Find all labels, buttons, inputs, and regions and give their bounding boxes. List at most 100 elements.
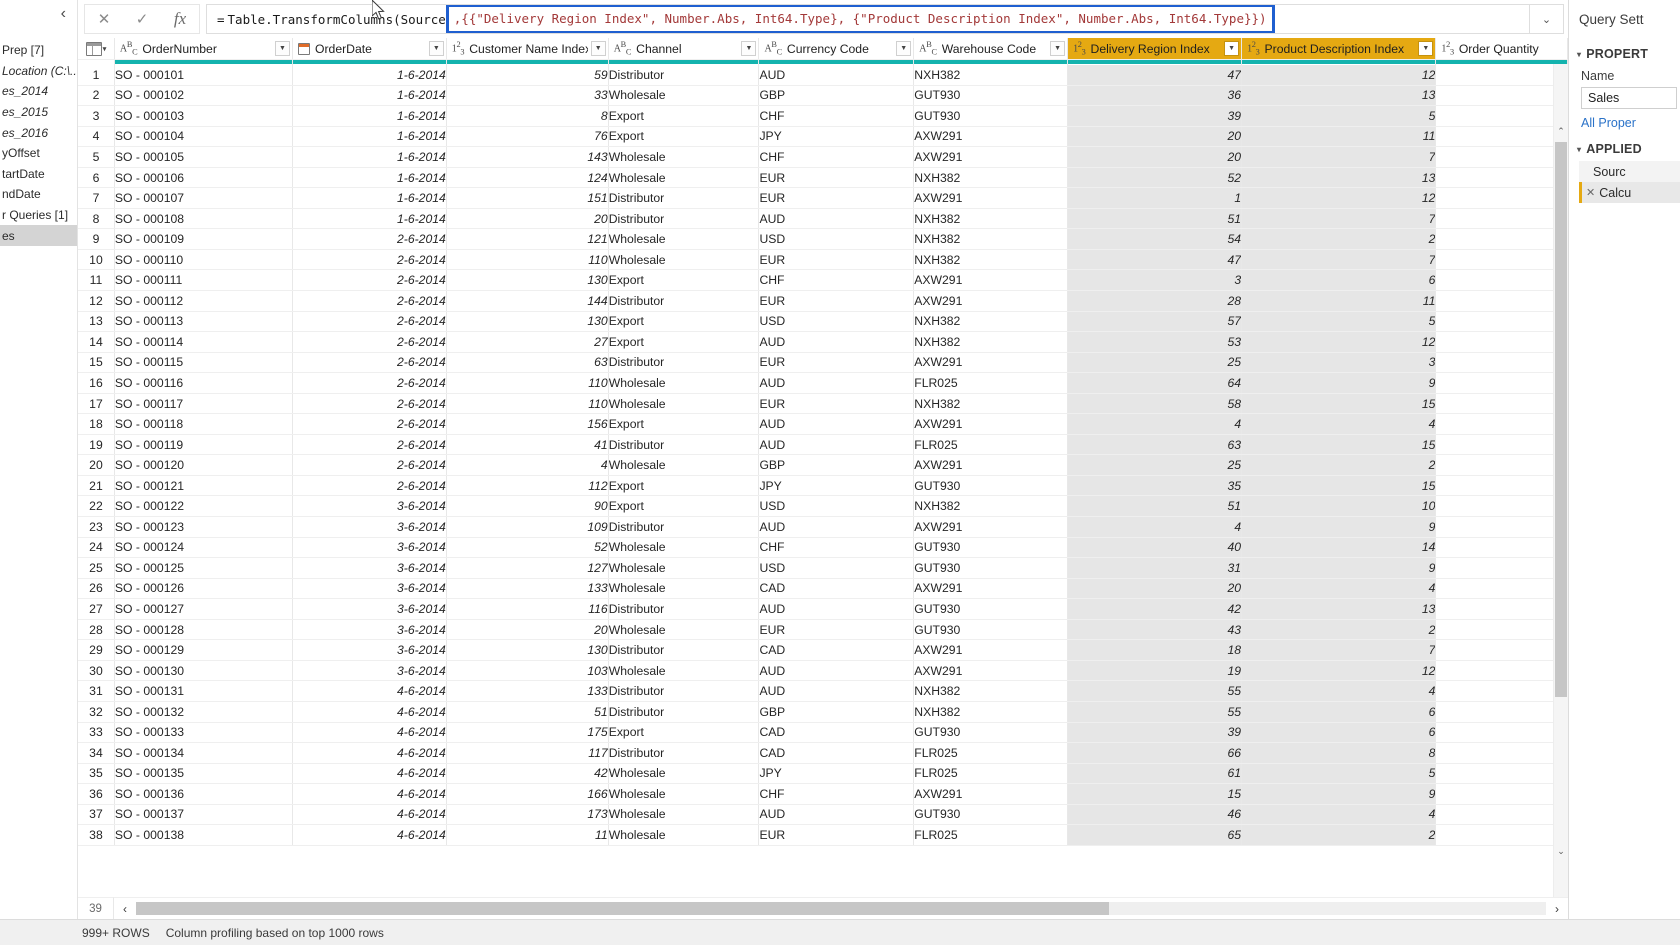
query-item[interactable]: es_2016 xyxy=(0,122,77,143)
horizontal-scrollbar-track[interactable] xyxy=(136,902,1546,915)
table-cell[interactable]: 110 xyxy=(446,393,609,415)
table-cell[interactable] xyxy=(1435,290,1568,312)
table-cell[interactable]: 2-6-2014 xyxy=(292,331,447,353)
table-cell[interactable]: Wholesale xyxy=(608,660,760,682)
table-row[interactable]: 5 SO - 000105 1-6-2014 143 Wholesale CHF AXW29… xyxy=(78,146,1568,168)
table-cell[interactable]: Wholesale xyxy=(608,824,760,846)
table-cell[interactable] xyxy=(1435,660,1568,682)
table-cell[interactable]: 5 xyxy=(1241,105,1437,127)
table-row[interactable]: 17 SO - 000117 2-6-2014 110 Wholesale EUR NXH3… xyxy=(78,393,1568,415)
table-cell[interactable]: AXW291 xyxy=(913,146,1069,168)
table-cell[interactable]: NXH382 xyxy=(913,167,1069,189)
table-cell[interactable]: 4-6-2014 xyxy=(292,722,447,744)
fx-icon[interactable]: fx xyxy=(161,5,199,33)
table-cell[interactable]: USD xyxy=(758,311,915,333)
table-cell[interactable]: 35 xyxy=(1067,475,1243,497)
table-cell[interactable]: AXW291 xyxy=(913,660,1069,682)
formula-expand-icon[interactable]: ⌄ xyxy=(1530,4,1564,34)
table-cell[interactable]: 130 xyxy=(446,311,609,333)
query-item[interactable]: es_2015 xyxy=(0,102,77,123)
all-properties-link[interactable]: All Proper xyxy=(1569,109,1680,137)
scroll-left-icon[interactable]: ‹ xyxy=(114,902,136,916)
column-header-warehouse-code[interactable]: ABC Warehouse Code ▼ xyxy=(913,38,1069,60)
table-cell[interactable]: NXH382 xyxy=(913,64,1069,86)
table-cell[interactable]: USD xyxy=(758,495,915,518)
table-cell[interactable]: 4 xyxy=(1241,680,1437,702)
query-item[interactable]: es_2014 xyxy=(0,81,77,102)
table-cell[interactable]: 41 xyxy=(446,434,609,456)
table-cell[interactable]: 13 xyxy=(1241,598,1437,620)
table-cell[interactable]: 110 xyxy=(446,249,609,271)
table-cell[interactable]: 58 xyxy=(1067,393,1243,415)
table-cell[interactable]: EUR xyxy=(758,290,915,312)
table-cell[interactable]: Wholesale xyxy=(608,557,760,579)
table-cell[interactable]: GUT930 xyxy=(913,598,1069,620)
table-cell[interactable] xyxy=(1435,249,1568,271)
table-cell[interactable]: AXW291 xyxy=(913,187,1069,209)
table-row[interactable]: 9 SO - 000109 2-6-2014 121 Wholesale USD NXH38… xyxy=(78,228,1568,250)
query-item[interactable]: Location (C:\... xyxy=(0,61,77,82)
column-filter-dropdown-icon[interactable]: ▼ xyxy=(1418,41,1434,56)
table-cell[interactable]: Wholesale xyxy=(608,393,760,415)
table-cell[interactable]: 4 xyxy=(1241,413,1437,435)
table-cell[interactable]: 4-6-2014 xyxy=(292,701,447,723)
table-cell[interactable]: SO - 000119 xyxy=(114,434,294,456)
table-cell[interactable]: NXH382 xyxy=(913,495,1069,518)
table-cell[interactable]: AXW291 xyxy=(913,454,1069,476)
table-cell[interactable]: CHF xyxy=(758,783,915,805)
table-cell[interactable]: 13 xyxy=(1241,167,1437,189)
table-cell[interactable]: 51 xyxy=(1067,495,1243,518)
table-row[interactable]: 37 SO - 000137 4-6-2014 173 Wholesale AUD GUT9… xyxy=(78,804,1568,826)
table-row[interactable]: 32 SO - 000132 4-6-2014 51 Distributor GBP NXH… xyxy=(78,701,1568,723)
table-cell[interactable]: 11 xyxy=(1241,126,1437,148)
table-cell[interactable]: SO - 000117 xyxy=(114,393,294,415)
collapse-panel-icon[interactable]: ‹ xyxy=(58,4,69,24)
table-cell[interactable]: 11 xyxy=(1241,290,1437,312)
table-cell[interactable]: 3 xyxy=(1067,269,1243,292)
table-cell[interactable]: 4-6-2014 xyxy=(292,742,447,764)
table-cell[interactable]: 4 xyxy=(446,454,609,476)
table-cell[interactable]: 3-6-2014 xyxy=(292,619,447,641)
table-cell[interactable]: AUD xyxy=(758,64,915,86)
table-cell[interactable]: 133 xyxy=(446,578,609,600)
table-cell[interactable]: SO - 000136 xyxy=(114,783,294,805)
table-cell[interactable] xyxy=(1435,208,1568,230)
table-cell[interactable]: SO - 000126 xyxy=(114,578,294,600)
table-cell[interactable]: SO - 000122 xyxy=(114,495,294,518)
table-cell[interactable]: AUD xyxy=(758,680,915,702)
table-cell[interactable]: SO - 000134 xyxy=(114,742,294,764)
table-cell[interactable]: 90 xyxy=(446,495,609,518)
table-row[interactable]: 16 SO - 000116 2-6-2014 110 Wholesale AUD FLR0… xyxy=(78,372,1568,394)
queries-pane[interactable]: Prep [7] Location (C:\... es_2014 es_201… xyxy=(0,38,78,919)
table-row[interactable]: 21 SO - 000121 2-6-2014 112 Export JPY GUT930 3… xyxy=(78,475,1568,497)
table-row[interactable]: 36 SO - 000136 4-6-2014 166 Wholesale CHF AXW2… xyxy=(78,783,1568,805)
table-cell[interactable]: 3-6-2014 xyxy=(292,516,447,538)
table-cell[interactable]: Wholesale xyxy=(608,454,760,476)
table-cell[interactable] xyxy=(1435,804,1568,826)
table-cell[interactable]: AUD xyxy=(758,660,915,682)
table-cell[interactable]: SO - 000115 xyxy=(114,352,294,374)
table-cell[interactable] xyxy=(1435,331,1568,353)
column-filter-dropdown-icon[interactable]: ▼ xyxy=(741,41,757,56)
table-cell[interactable]: 7 xyxy=(1241,208,1437,230)
table-cell[interactable]: 175 xyxy=(446,722,609,744)
table-cell[interactable]: 28 xyxy=(1067,290,1243,312)
table-cell[interactable]: AXW291 xyxy=(913,126,1069,148)
properties-section-header[interactable]: ▾ PROPERT xyxy=(1569,42,1680,66)
table-cell[interactable]: 2 xyxy=(1241,824,1437,846)
table-cell[interactable]: 2-6-2014 xyxy=(292,352,447,374)
select-all-columns-button[interactable]: ▾ xyxy=(78,38,115,60)
table-cell[interactable]: Export xyxy=(608,413,760,435)
table-cell[interactable]: AUD xyxy=(758,598,915,620)
table-cell[interactable]: Wholesale xyxy=(608,228,760,250)
table-cell[interactable]: 42 xyxy=(446,763,609,785)
table-cell[interactable]: CAD xyxy=(758,639,915,661)
scroll-up-icon[interactable]: ⌃ xyxy=(1554,124,1568,139)
table-cell[interactable]: 1-6-2014 xyxy=(292,167,447,189)
table-cell[interactable] xyxy=(1435,352,1568,374)
table-cell[interactable] xyxy=(1435,701,1568,723)
query-item[interactable]: tartDate xyxy=(0,164,77,185)
query-item[interactable]: r Queries [1] xyxy=(0,205,77,226)
table-cell[interactable]: 5 xyxy=(1241,311,1437,333)
table-cell[interactable]: SO - 000123 xyxy=(114,516,294,538)
